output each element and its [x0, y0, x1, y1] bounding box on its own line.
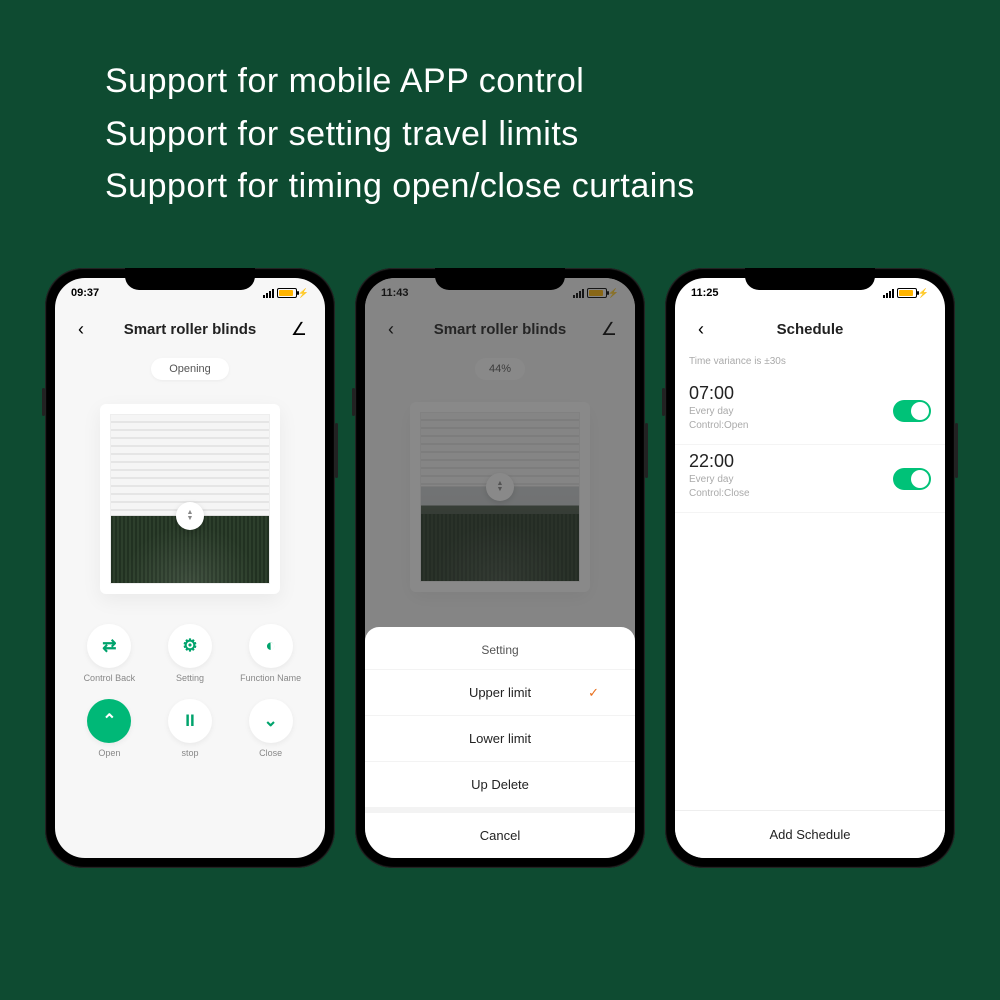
phone-frame-schedule: 11:25 ⚡ ‹ Schedule Time variance is ±30s…	[665, 268, 955, 868]
phone-frame-control: 09:37 ⚡ ‹ Smart roller blinds ∠ Opening …	[45, 268, 335, 868]
charging-icon: ⚡	[918, 288, 929, 299]
schedule-toggle[interactable]	[893, 400, 931, 422]
clock: 11:25	[691, 287, 719, 299]
schedule-item[interactable]: 07:00 Every day Control:Open	[675, 377, 945, 445]
setting-label: Setting	[176, 673, 204, 683]
schedule-item[interactable]: 22:00 Every day Control:Close	[675, 445, 945, 513]
sheet-option-lower-limit[interactable]: Lower limit	[365, 715, 635, 761]
add-schedule-button[interactable]: Add Schedule	[675, 810, 945, 858]
status-pill: Opening	[151, 358, 229, 380]
schedule-control: Control:Open	[689, 419, 931, 432]
notch	[125, 268, 255, 290]
headline-3: Support for timing open/close curtains	[105, 160, 1000, 213]
clock: 09:37	[71, 287, 99, 299]
gear-icon: ⚙	[182, 636, 197, 656]
back-button[interactable]: ‹	[689, 319, 713, 340]
marketing-headlines: Support for mobile APP control Support f…	[0, 0, 1000, 213]
pause-icon: II	[185, 711, 194, 731]
notch	[745, 268, 875, 290]
control-back-button[interactable]: ⇄ Control Back	[73, 624, 146, 683]
schedule-time: 22:00	[689, 451, 931, 472]
blind-preview: ▲▼	[100, 404, 280, 594]
page-title: Smart roller blinds	[124, 321, 257, 338]
blind-drag-handle[interactable]: ▲▼	[176, 502, 204, 530]
stop-button[interactable]: II stop	[154, 699, 227, 758]
app-header: ‹ Schedule	[675, 308, 945, 350]
signal-icon	[883, 289, 894, 298]
chevron-up-icon: ⌃	[102, 711, 116, 731]
blind-slats	[111, 415, 269, 516]
variance-hint: Time variance is ±30s	[675, 350, 945, 377]
sheet-cancel-button[interactable]: Cancel	[365, 807, 635, 858]
schedule-control: Control:Close	[689, 487, 931, 500]
battery-icon	[897, 288, 917, 298]
headline-1: Support for mobile APP control	[105, 55, 1000, 108]
signal-icon	[263, 289, 274, 298]
schedule-toggle[interactable]	[893, 468, 931, 490]
schedule-time: 07:00	[689, 383, 931, 404]
gauge-icon: ◐	[266, 636, 276, 656]
control-back-label: Control Back	[84, 673, 136, 683]
swap-icon: ⇄	[102, 636, 116, 656]
chevron-down-icon: ⌄	[264, 711, 278, 731]
sheet-title: Setting	[365, 633, 635, 669]
charging-icon: ⚡	[298, 288, 309, 299]
setting-button[interactable]: ⚙ Setting	[154, 624, 227, 683]
function-name-label: Function Name	[240, 673, 301, 683]
open-label: Open	[98, 748, 120, 758]
page-title: Schedule	[777, 321, 844, 338]
sheet-option-up-delete[interactable]: Up Delete	[365, 761, 635, 807]
function-name-button[interactable]: ◐ Function Name	[234, 624, 307, 683]
phone-frame-limits: 11:43 ⚡ ‹ Smart roller blinds ∠ 44% ▲▼	[355, 268, 645, 868]
app-header: ‹ Smart roller blinds ∠	[55, 308, 325, 350]
back-button[interactable]: ‹	[69, 319, 93, 340]
battery-icon	[277, 288, 297, 298]
close-button[interactable]: ⌄ Close	[234, 699, 307, 758]
edit-button[interactable]: ∠	[287, 319, 311, 340]
sheet-option-upper-limit[interactable]: Upper limit	[365, 669, 635, 715]
setting-action-sheet: Setting Upper limit Lower limit Up Delet…	[365, 627, 635, 858]
close-label: Close	[259, 748, 282, 758]
stop-label: stop	[181, 748, 198, 758]
headline-2: Support for setting travel limits	[105, 108, 1000, 161]
open-button[interactable]: ⌃ Open	[73, 699, 146, 758]
notch	[435, 268, 565, 290]
